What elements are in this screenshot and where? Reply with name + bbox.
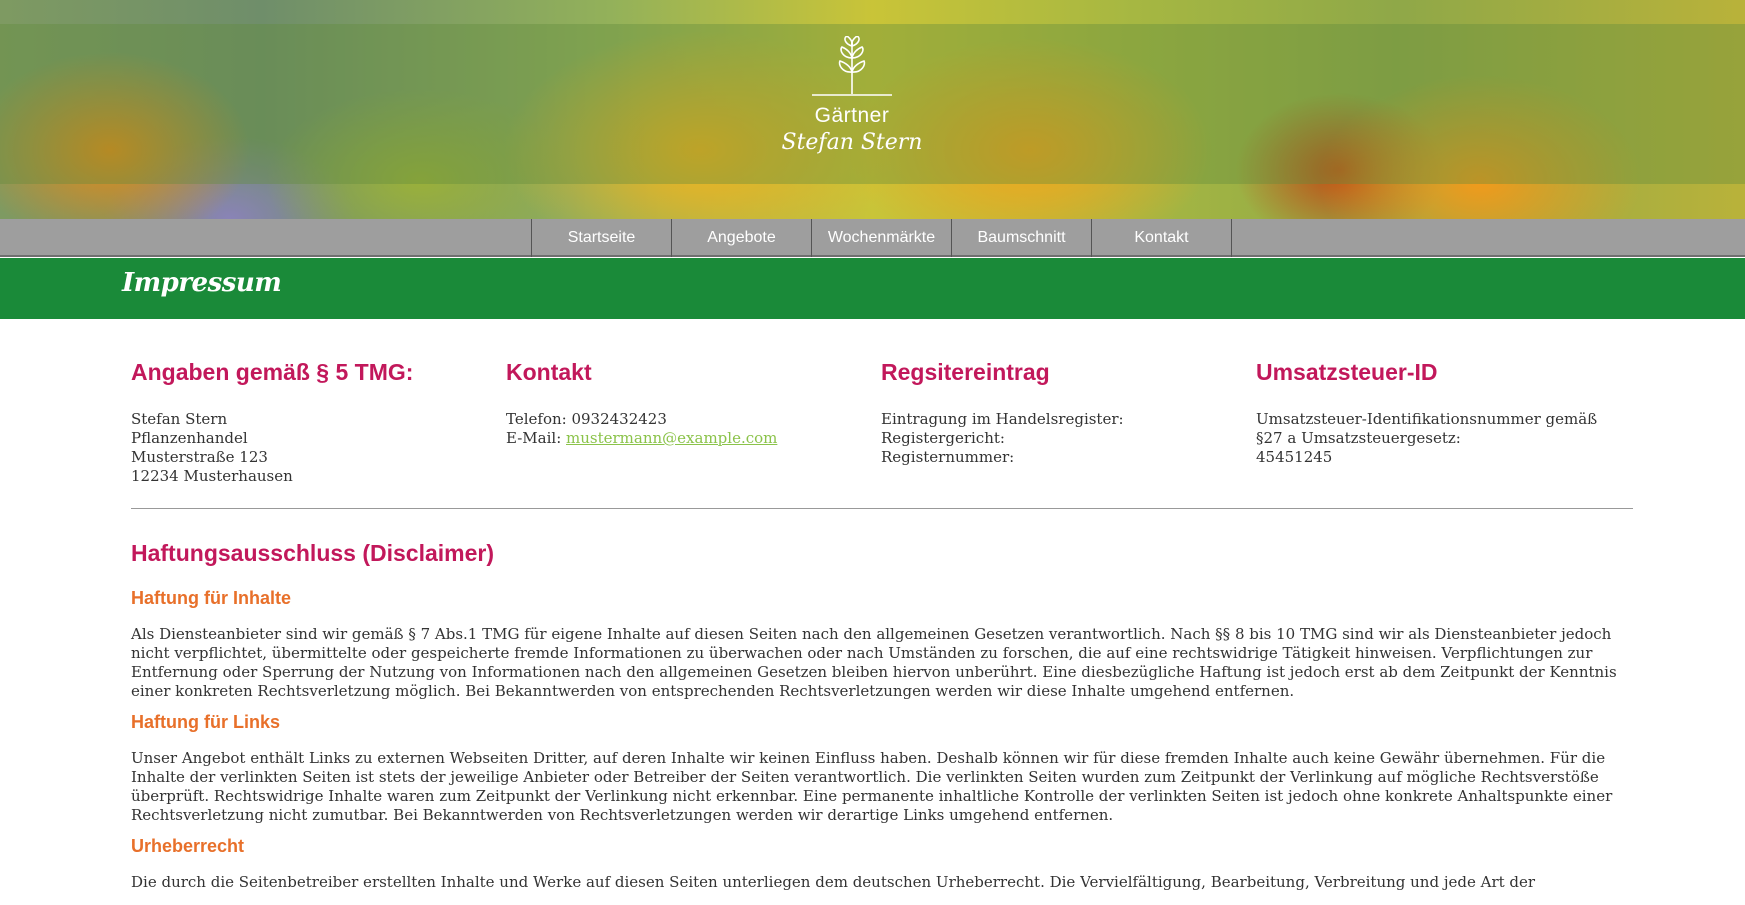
section-text-inhalte: Als Diensteanbieter sind wir gemäß § 7 A…: [131, 625, 1617, 700]
email-label: E-Mail:: [506, 429, 567, 447]
kontakt-heading: Kontakt: [506, 359, 592, 385]
page-title-bar: Impressum: [0, 258, 1745, 319]
section-divider: [131, 508, 1633, 509]
angaben-line: Stefan Stern: [131, 410, 228, 428]
impressum-info: Angaben gemäß § 5 TMG: Stefan Stern Pfla…: [131, 358, 1633, 486]
site-logo[interactable]: Gärtner Stefan Stern: [772, 36, 932, 166]
logo-subtitle: Stefan Stern: [781, 130, 923, 155]
register-line: Registernummer:: [881, 448, 1015, 466]
logo-title: Gärtner: [814, 104, 890, 127]
email-link[interactable]: mustermann@example.com: [566, 429, 777, 447]
section-text-urheberrecht: Die durch die Seitenbetreiber erstellten…: [131, 873, 1536, 891]
nav-list: Startseite Angebote Wochenmärkte Baumsch…: [531, 219, 1232, 257]
nav-item-startseite[interactable]: Startseite: [532, 219, 672, 257]
disclaimer-section: Haftungsausschluss (Disclaimer) Haftung …: [131, 539, 1633, 902]
ust-line: §27 a Umsatzsteuergesetz:: [1256, 429, 1461, 447]
ust-line: 45451245: [1256, 448, 1333, 466]
angaben-column: Angaben gemäß § 5 TMG: Stefan Stern Pfla…: [131, 358, 506, 486]
angaben-heading: Angaben gemäß § 5 TMG:: [131, 359, 414, 385]
angaben-line: Pflanzenhandel: [131, 429, 248, 447]
register-line: Eintragung im Handelsregister:: [881, 410, 1124, 428]
angaben-line: Musterstraße 123: [131, 448, 268, 466]
disclaimer-heading: Haftungsausschluss (Disclaimer): [131, 540, 495, 566]
ust-line: Umsatzsteuer-Identifikationsnummer gemäß: [1256, 410, 1598, 428]
section-title-urheberrecht: Urheberrecht: [131, 836, 245, 856]
register-column: Regsitereintrag Eintragung im Handelsreg…: [881, 358, 1256, 486]
email-line: E-Mail: mustermann@example.com: [506, 429, 881, 448]
ust-column: Umsatzsteuer-ID Umsatzsteuer-Identifikat…: [1256, 358, 1631, 486]
ust-heading: Umsatzsteuer-ID: [1256, 359, 1438, 385]
nav-item-kontakt[interactable]: Kontakt: [1092, 219, 1232, 257]
angaben-line: 12234 Musterhausen: [131, 467, 293, 485]
nav-item-baumschnitt[interactable]: Baumschnitt: [952, 219, 1092, 257]
section-title-links: Haftung für Links: [131, 712, 280, 732]
phone-line: Telefon: 0932432423: [506, 410, 667, 428]
register-line: Registergericht:: [881, 429, 1005, 447]
register-heading: Regsitereintrag: [881, 359, 1050, 385]
nav-item-wochenmaerkte[interactable]: Wochenmärkte: [812, 219, 952, 257]
kontakt-column: Kontakt Telefon: 0932432423 E-Mail: must…: [506, 358, 881, 486]
plant-icon: [812, 36, 892, 96]
header-banner: Gärtner Stefan Stern: [0, 0, 1745, 219]
section-title-inhalte: Haftung für Inhalte: [131, 588, 291, 608]
section-text-links: Unser Angebot enthält Links zu externen …: [131, 749, 1613, 824]
page-title: Impressum: [122, 268, 282, 298]
nav-item-angebote[interactable]: Angebote: [672, 219, 812, 257]
main-navigation: Startseite Angebote Wochenmärkte Baumsch…: [0, 219, 1745, 257]
